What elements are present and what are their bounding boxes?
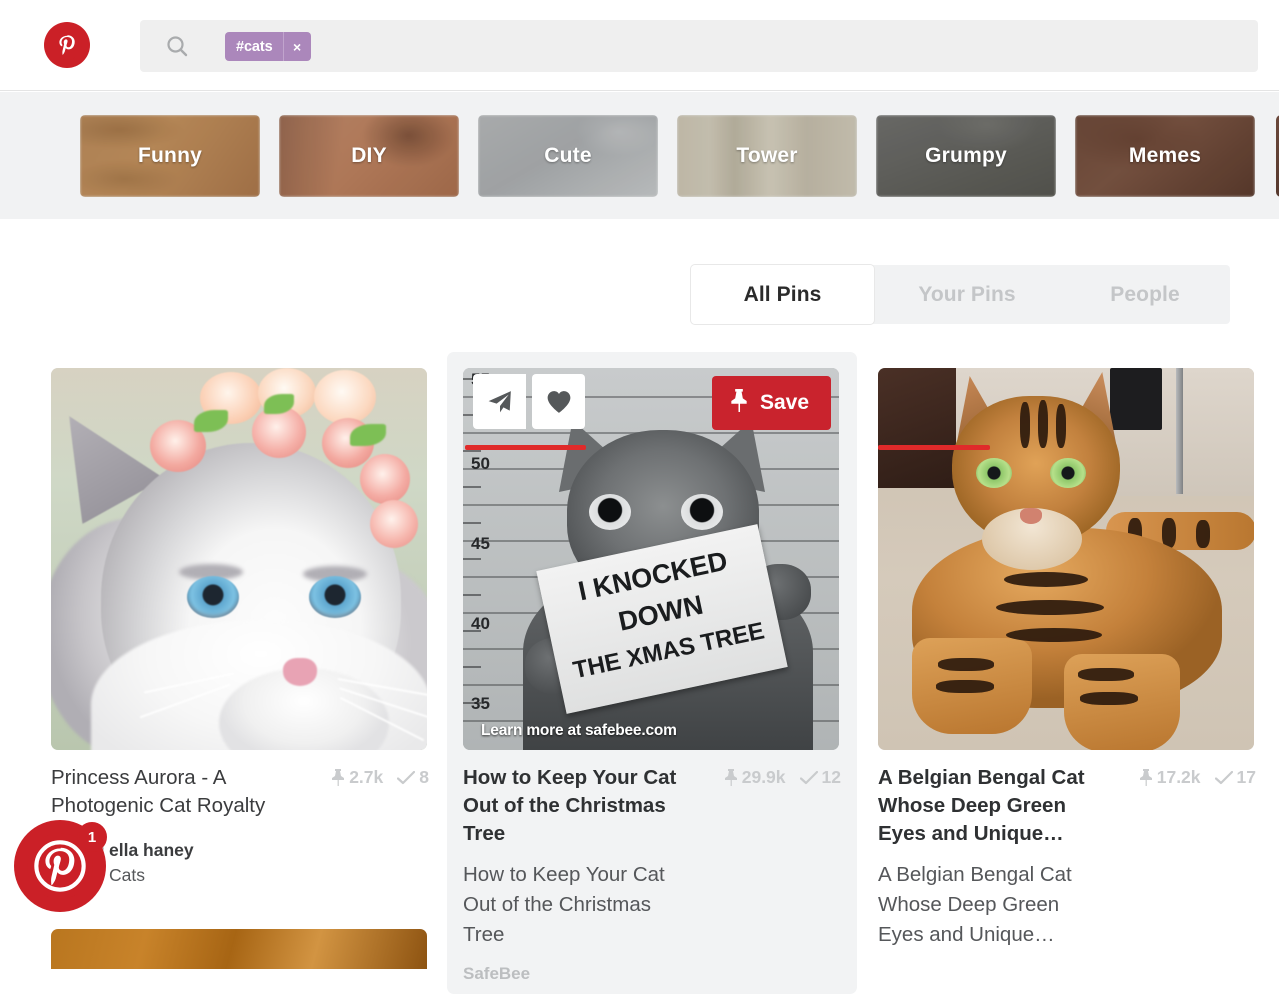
category-tile-grumpy[interactable]: Grumpy	[876, 115, 1056, 197]
extension-badge-count: 1	[77, 822, 107, 852]
save-button[interactable]: Save	[711, 376, 831, 430]
search-icon	[165, 34, 189, 58]
tab-people[interactable]: People	[1060, 265, 1230, 324]
send-paper-plane-icon[interactable]	[473, 374, 526, 429]
pin-grid: Princess Aurora - A Photogenic Cat Royal…	[0, 352, 1279, 994]
pin-description: How to Keep Your Cat Out of the Christma…	[463, 863, 665, 946]
pin-icon	[724, 769, 738, 786]
pin-repin-count: 2.7k	[331, 767, 383, 788]
pin-image-next[interactable]	[51, 928, 427, 969]
pin-like-value: 12	[821, 767, 841, 787]
tab-label: People	[1110, 282, 1180, 306]
category-tile-diy[interactable]: DIY	[279, 115, 459, 197]
tab-your-pins[interactable]: Your Pins	[874, 265, 1060, 324]
category-label: Funny	[138, 144, 202, 167]
pin-meta: How to Keep Your Cat Out of the Christma…	[463, 764, 841, 984]
category-label: DIY	[351, 144, 387, 167]
category-band: Funny DIY Cute Tower Grumpy Memes	[0, 92, 1279, 219]
category-tile-funny[interactable]: Funny	[80, 115, 260, 197]
heart-icon[interactable]	[532, 374, 585, 429]
attribution-board[interactable]: Cats	[109, 863, 194, 888]
check-icon	[1214, 770, 1233, 785]
pin-attribution[interactable]: ella haney Cats	[51, 838, 429, 889]
pin-repin-value: 29.9k	[741, 767, 786, 787]
pin-column-2: 55 50 45 40 35 I KNOCKED DOWN	[447, 352, 857, 994]
check-icon	[799, 770, 818, 785]
search-tag-cats[interactable]: #cats ×	[225, 32, 311, 61]
pin-stats: 17.2k 17	[1139, 764, 1256, 788]
pin-hover-actions	[473, 374, 585, 429]
category-label: Cute	[544, 144, 592, 167]
pin-icon	[331, 769, 345, 786]
tab-all-pins[interactable]: All Pins	[691, 265, 874, 324]
category-strip: Funny DIY Cute Tower Grumpy Memes	[80, 115, 1255, 197]
pin-title[interactable]: How to Keep Your Cat Out of the Christma…	[463, 764, 691, 848]
pin-like-value: 8	[419, 767, 429, 787]
tab-label: Your Pins	[918, 282, 1016, 306]
pin-repin-count: 29.9k	[724, 767, 786, 788]
pinterest-logo-icon[interactable]	[44, 22, 90, 68]
pin-repin-value: 17.2k	[1156, 767, 1201, 787]
search-tag-label: #cats	[236, 38, 273, 55]
pin-repin-count: 17.2k	[1139, 767, 1201, 788]
pin-title[interactable]: A Belgian Bengal Cat Whose Deep Green Ey…	[878, 764, 1106, 848]
pin-artwork	[878, 368, 1254, 750]
image-caption: Learn more at safebee.com	[481, 722, 677, 739]
search-bar[interactable]: #cats ×	[140, 20, 1258, 72]
pin-image-bengal-cat[interactable]	[878, 368, 1254, 750]
pin-column-3: A Belgian Bengal Cat Whose Deep Green Ey…	[862, 352, 1272, 960]
pin-card[interactable]: A Belgian Bengal Cat Whose Deep Green Ey…	[862, 352, 1272, 960]
category-label: Memes	[1128, 144, 1202, 167]
annotation-underline	[878, 445, 990, 450]
pin-icon	[1139, 769, 1153, 786]
pin-like-count: 17	[1214, 767, 1256, 788]
pin-description: A Belgian Bengal Cat Whose Deep Green Ey…	[878, 863, 1072, 946]
pin-artwork	[51, 928, 427, 969]
ruler-mark: 35	[471, 694, 490, 713]
top-header: #cats ×	[0, 0, 1279, 91]
ruler-mark: 50	[471, 454, 490, 473]
ruler-mark: 45	[471, 534, 490, 553]
pin-meta: Princess Aurora - A Photogenic Cat Royal…	[51, 764, 429, 889]
pin-card[interactable]: 55 50 45 40 35 I KNOCKED DOWN	[447, 352, 857, 994]
attribution-user[interactable]: ella haney	[109, 838, 194, 863]
pin-meta: A Belgian Bengal Cat Whose Deep Green Ey…	[878, 764, 1256, 950]
result-tabs: All Pins Your Pins People	[691, 265, 1230, 324]
check-icon	[397, 770, 416, 785]
pin-title[interactable]: Princess Aurora - A Photogenic Cat Royal…	[51, 764, 279, 820]
category-tile-tower[interactable]: Tower	[677, 115, 857, 197]
category-label: Tower	[736, 144, 798, 167]
pin-like-value: 17	[1236, 767, 1256, 787]
category-tile-cute[interactable]: Cute	[478, 115, 658, 197]
annotation-underline	[465, 445, 586, 450]
search-tag-remove-icon[interactable]: ×	[282, 32, 311, 61]
pin-stats: 29.9k 12	[724, 764, 841, 788]
pin-repin-value: 2.7k	[349, 767, 384, 787]
pin-image-ragdoll-cat[interactable]	[51, 368, 427, 750]
pin-artwork	[51, 368, 427, 750]
pin-card[interactable]: Princess Aurora - A Photogenic Cat Royal…	[35, 352, 445, 899]
pin-stats: 2.7k 8	[331, 764, 429, 788]
pin-like-count: 8	[397, 767, 429, 788]
pin-like-count: 12	[799, 767, 841, 788]
ruler-mark: 40	[471, 614, 490, 633]
pin-icon	[730, 389, 748, 417]
category-label: Grumpy	[925, 144, 1007, 167]
category-tile-memes[interactable]: Memes	[1075, 115, 1255, 197]
save-button-label: Save	[759, 391, 809, 414]
tab-label: All Pins	[743, 282, 822, 306]
pin-image-cat-mugshot[interactable]: 55 50 45 40 35 I KNOCKED DOWN	[463, 368, 839, 750]
pin-source[interactable]: SafeBee	[463, 964, 841, 984]
pinterest-extension-badge[interactable]: 1	[14, 820, 107, 912]
